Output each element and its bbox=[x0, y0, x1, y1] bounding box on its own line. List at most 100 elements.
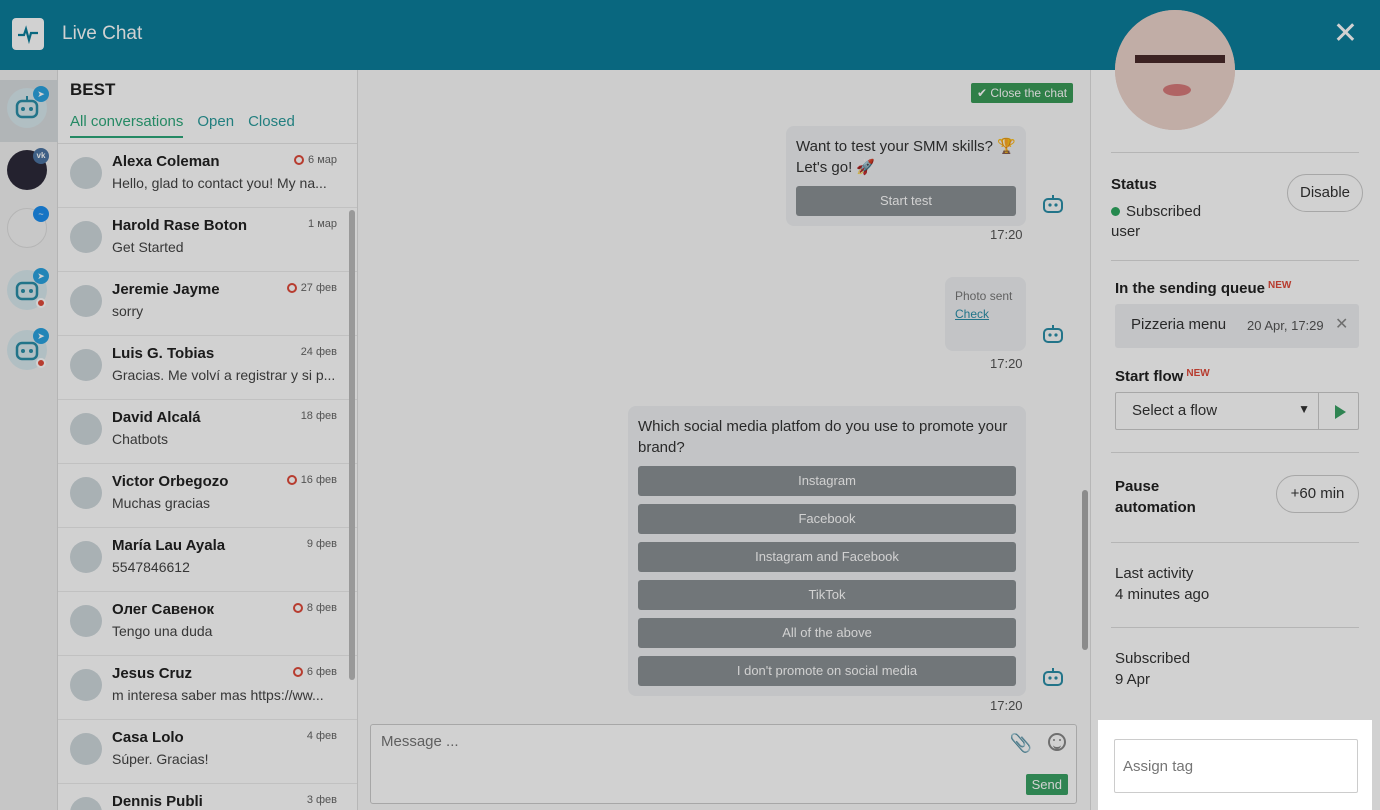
app-logo-icon bbox=[12, 18, 44, 50]
message-preview: Súper. Gracias! bbox=[112, 751, 209, 767]
quick-reply-facebook[interactable]: Facebook bbox=[638, 504, 1016, 534]
conversation-item[interactable]: Harold Rase Boton Get Started 1 мар bbox=[58, 208, 357, 272]
photo-sent-text: Photo sent bbox=[955, 289, 1013, 303]
date-text: 24 фев bbox=[300, 346, 337, 358]
pause-60-button[interactable]: +60 min bbox=[1276, 475, 1359, 513]
divider bbox=[1111, 152, 1359, 153]
channel-rail: ➤ vk ~ ➤ ➤ bbox=[0, 70, 58, 810]
start-flow-label: Start flow NEW bbox=[1115, 368, 1210, 385]
conversation-date: 3 фев bbox=[307, 794, 337, 806]
new-badge: NEW bbox=[1268, 280, 1292, 291]
conversation-date: 1 мар bbox=[308, 218, 337, 230]
message-input[interactable] bbox=[381, 733, 981, 750]
quick-reply-all[interactable]: All of the above bbox=[638, 618, 1016, 648]
conversation-date: 8 фев bbox=[292, 602, 337, 614]
unread-ring-icon bbox=[292, 603, 303, 613]
contact-avatar bbox=[1115, 10, 1235, 130]
conversation-item[interactable]: Jeremie Jayme sorry 27 фев bbox=[58, 272, 357, 336]
avatar bbox=[70, 733, 102, 765]
conversation-item[interactable]: Jesus Cruz m interesa saber mas https://w… bbox=[58, 656, 357, 720]
check-photo-link[interactable]: Check bbox=[955, 305, 1016, 323]
conversation-items: Alexa Coleman Hello, glad to contact you!… bbox=[58, 144, 357, 810]
conversation-date: 6 фев bbox=[292, 666, 337, 678]
message-preview: m interesa saber mas https://ww... bbox=[112, 687, 324, 703]
conversation-date: 16 фев bbox=[286, 474, 337, 486]
conversation-item[interactable]: María Lau Ayala 5547846612 9 фев bbox=[58, 528, 357, 592]
conversation-item[interactable]: Luis G. Tobias Gracias. Me volví a regist… bbox=[58, 336, 357, 400]
conversation-date: 18 фев bbox=[301, 410, 337, 422]
assign-tag-input[interactable] bbox=[1114, 739, 1358, 793]
quick-reply-instagram-and-facebook[interactable]: Instagram and Facebook bbox=[638, 542, 1016, 572]
bot-message-3: Which social media platfom do you use to… bbox=[628, 406, 1026, 696]
conversation-item[interactable]: Dennis Publi 3 фев bbox=[58, 784, 357, 810]
unread-dot bbox=[36, 358, 46, 368]
tab-open[interactable]: Open bbox=[197, 113, 234, 138]
quick-reply-none[interactable]: I don't promote on social media bbox=[638, 656, 1016, 686]
avatar bbox=[70, 669, 102, 701]
remove-queue-icon[interactable]: ✕ bbox=[1335, 314, 1348, 334]
avatar bbox=[70, 349, 102, 381]
unread-ring-icon bbox=[286, 475, 297, 485]
message-preview: Hello, glad to contact you! My na... bbox=[112, 175, 327, 191]
send-button[interactable]: Send bbox=[1025, 774, 1068, 795]
vk-icon: vk bbox=[33, 148, 49, 164]
flow-select-value: Select a flow bbox=[1132, 402, 1218, 419]
channel-vk-1[interactable]: vk bbox=[7, 148, 49, 190]
close-chat-button[interactable]: ✔ Close the chat bbox=[971, 83, 1074, 103]
contact-name: Harold Rase Boton bbox=[112, 217, 248, 234]
conversation-item[interactable]: Victor Orbegozo Muchas gracias 16 фев bbox=[58, 464, 357, 528]
quick-reply-tiktok[interactable]: TikTok bbox=[638, 580, 1016, 610]
contact-name: Олег Савенок bbox=[112, 601, 215, 618]
contact-name: Alexa Coleman bbox=[112, 153, 220, 170]
contact-panel: Status Subscribed user Disable In the se… bbox=[1090, 10, 1380, 810]
chat-scrollbar[interactable] bbox=[1082, 490, 1088, 650]
contact-name: Dennis Publi bbox=[112, 793, 203, 810]
bot-name: BEST bbox=[70, 80, 116, 99]
quick-reply-instagram[interactable]: Instagram bbox=[638, 466, 1016, 496]
unread-ring-icon bbox=[294, 155, 305, 165]
bot-icon bbox=[1043, 325, 1063, 343]
divider bbox=[1111, 627, 1359, 628]
avatar bbox=[70, 413, 102, 445]
message-preview: Muchas gracias bbox=[112, 495, 211, 511]
date-text: 3 фев bbox=[306, 794, 337, 806]
tab-closed[interactable]: Closed bbox=[248, 113, 295, 138]
bot-icon bbox=[1043, 195, 1063, 213]
divider bbox=[1111, 542, 1359, 543]
close-icon[interactable]: ✕ bbox=[1333, 17, 1358, 51]
run-flow-button[interactable] bbox=[1318, 392, 1359, 430]
queue-label: In the sending queue NEW bbox=[1115, 280, 1291, 297]
messenger-icon: ~ bbox=[33, 206, 49, 222]
conversation-date: 4 фев bbox=[307, 730, 337, 742]
contact-name: Victor Orbegozo bbox=[112, 473, 229, 490]
tab-all-conversations[interactable]: All conversations bbox=[70, 113, 184, 138]
queue-label-text: In the sending queue bbox=[1115, 280, 1266, 297]
quick-reply-start-test[interactable]: Start test bbox=[796, 186, 1016, 216]
conversation-item[interactable]: Casa Lolo Súper. Gracias! 4 фев bbox=[58, 720, 357, 784]
telegram-icon: ➤ bbox=[33, 86, 49, 102]
message-preview: Tengo una duda bbox=[112, 623, 213, 639]
start-flow-label-text: Start flow bbox=[1115, 368, 1184, 385]
disable-button[interactable]: Disable bbox=[1287, 174, 1363, 212]
contact-name: María Lau Ayala bbox=[112, 537, 226, 554]
bot-message-2: Photo sent Check bbox=[945, 277, 1026, 351]
date-text: 9 фев bbox=[306, 538, 337, 550]
conversation-tabs: All conversations Open Closed bbox=[70, 113, 295, 138]
flow-select[interactable]: Select a flow ▼ bbox=[1115, 392, 1319, 430]
avatar bbox=[70, 541, 102, 573]
conversation-item[interactable]: Олег Савенок Tengo una duda 8 фев bbox=[58, 592, 357, 656]
emoji-icon[interactable] bbox=[1048, 733, 1066, 751]
status-text: Subscribed user bbox=[1111, 203, 1202, 240]
channel-messenger-1[interactable]: ~ bbox=[7, 206, 49, 248]
subscribed-label: Subscribed bbox=[1115, 650, 1191, 667]
attach-icon[interactable]: 📎 bbox=[1010, 733, 1032, 754]
bot-message-1: Want to test your SMM skills? 🏆 Let's go… bbox=[786, 126, 1026, 226]
status-value: Subscribed user bbox=[1111, 202, 1221, 242]
list-scrollbar[interactable] bbox=[349, 210, 355, 680]
conversation-item[interactable]: David Alcalá Chatbots 18 фев bbox=[58, 400, 357, 464]
chevron-down-icon: ▼ bbox=[1298, 402, 1310, 416]
message-preview: Chatbots bbox=[112, 431, 169, 447]
list-header: BEST All conversations Open Closed bbox=[58, 70, 357, 144]
last-activity-value: 4 minutes ago bbox=[1115, 586, 1210, 603]
conversation-item[interactable]: Alexa Coleman Hello, glad to contact you!… bbox=[58, 144, 357, 208]
